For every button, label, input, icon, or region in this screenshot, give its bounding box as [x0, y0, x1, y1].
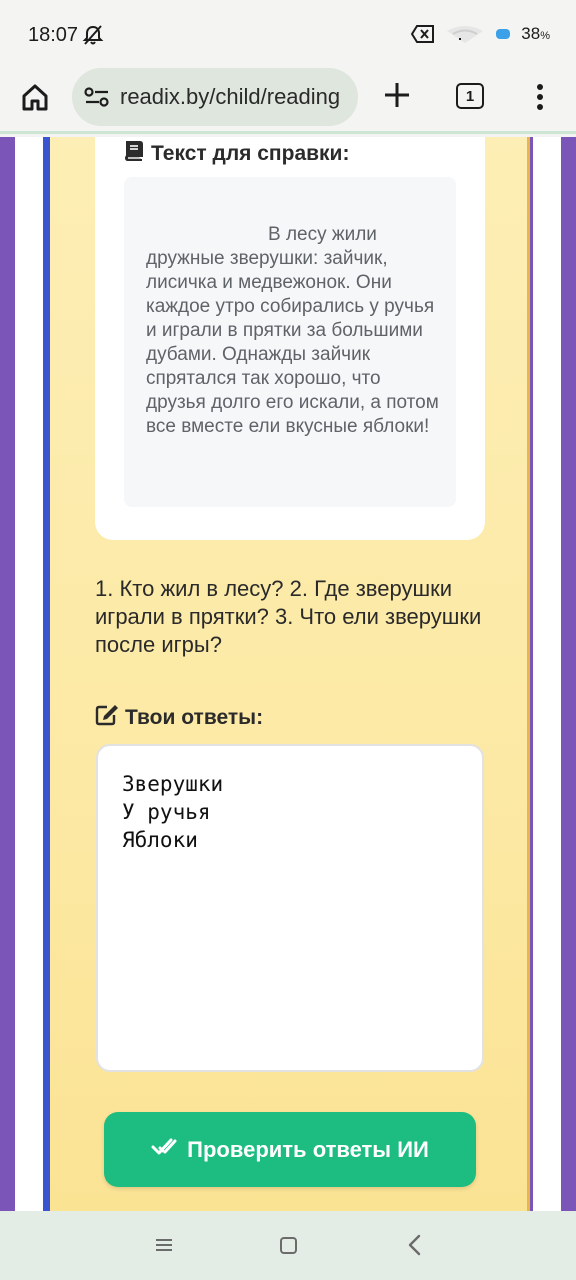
answers-label: Твои ответы:: [95, 704, 263, 732]
reference-title: Текст для справки:: [123, 140, 349, 168]
tab-count: 1: [465, 87, 475, 105]
reference-text: В лесу жили дружные зверушки: зайчик, ли…: [146, 224, 439, 437]
new-tab-button[interactable]: [380, 78, 414, 112]
home-button[interactable]: [18, 80, 52, 114]
recents-icon[interactable]: [154, 1235, 174, 1255]
book-icon: [123, 140, 145, 168]
home-icon: [22, 84, 48, 111]
nav-home-icon[interactable]: [280, 1237, 297, 1254]
reference-title-text: Текст для справки:: [151, 142, 350, 165]
answers-textarea[interactable]: Зверушки У ручья Яблоки: [96, 744, 484, 1072]
wifi-icon: [445, 25, 485, 43]
check-answers-button[interactable]: Проверить ответы ИИ: [104, 1112, 476, 1187]
tabs-button[interactable]: 1: [456, 83, 484, 109]
reference-box: Текст для справки: В лесу жили дружные з…: [95, 137, 485, 540]
check-answers-label: Проверить ответы ИИ: [187, 1136, 429, 1162]
page-content: Текст для справки: В лесу жили дружные з…: [0, 137, 576, 1211]
status-bar: 18:07 38%: [0, 0, 576, 66]
edit-icon: [95, 704, 119, 732]
tune-icon[interactable]: [84, 84, 110, 110]
answers-label-text: Твои ответы:: [125, 706, 264, 729]
questions-text: 1. Кто жил в лесу? 2. Где зверушки играл…: [95, 576, 482, 657]
plus-icon: [385, 83, 409, 107]
back-icon[interactable]: [404, 1233, 426, 1257]
status-time: 18:07: [28, 24, 79, 46]
more-vert-icon: [537, 84, 543, 110]
address-bar[interactable]: readix.by/child/reading: [72, 68, 358, 126]
right-border-white: [533, 137, 561, 1211]
reading-card: Текст для справки: В лесу жили дружные з…: [50, 137, 530, 1211]
sim-off-icon: [411, 25, 435, 43]
bell-off-icon: [82, 24, 104, 46]
more-menu-button[interactable]: [528, 80, 552, 114]
battery-level: 38%: [521, 24, 550, 43]
system-nav-bar: [0, 1211, 576, 1280]
left-border-blue: [43, 137, 50, 1211]
check-double-icon: [151, 1136, 177, 1164]
battery-icon: [495, 28, 511, 40]
reference-text-box: В лесу жили дружные зверушки: зайчик, ли…: [124, 177, 456, 507]
url-text[interactable]: readix.by/child/reading: [120, 84, 340, 110]
status-icons: 38%: [411, 24, 550, 44]
browser-toolbar: readix.by/child/reading 1: [0, 66, 576, 134]
